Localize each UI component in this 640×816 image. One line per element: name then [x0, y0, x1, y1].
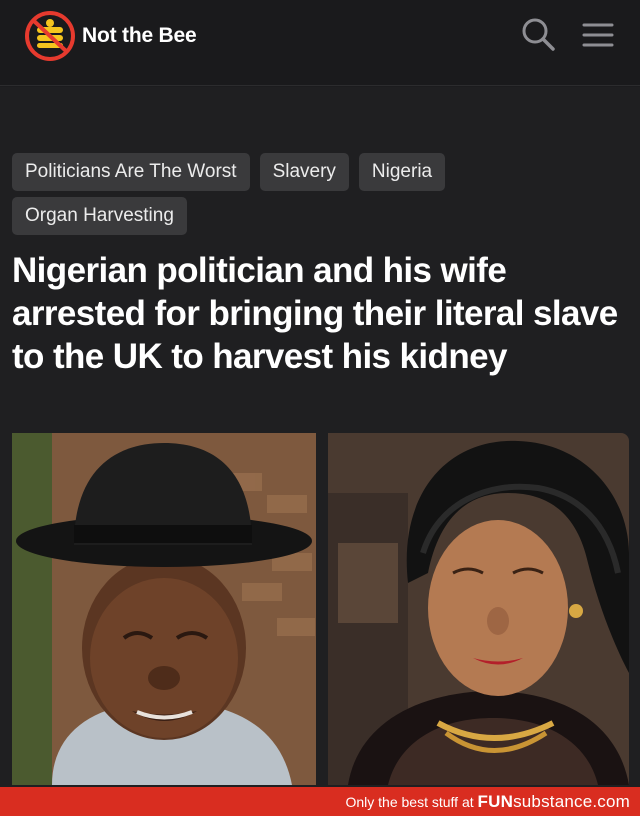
watermark-brand-bold: FUN	[477, 792, 514, 811]
search-icon	[522, 18, 555, 51]
crossed-bee-logo-icon	[25, 11, 75, 61]
home-logo-link[interactable]: Not the Bee	[24, 10, 197, 62]
source-watermark-bar: Only the best stuff at FUNsubstance.com	[0, 787, 640, 816]
tag-politicians-are-the-worst[interactable]: Politicians Are The Worst	[12, 153, 250, 191]
search-button[interactable]	[518, 14, 558, 54]
tag-organ-harvesting[interactable]: Organ Harvesting	[12, 197, 187, 235]
tag-slavery[interactable]: Slavery	[259, 153, 349, 191]
article-container: Politicians Are The Worst Slavery Nigeria O…	[0, 87, 640, 787]
photo-man-in-hat	[12, 433, 316, 785]
hamburger-menu-icon	[582, 23, 614, 47]
menu-button[interactable]	[578, 16, 618, 56]
watermark-brand-rest: substance.com	[513, 792, 630, 811]
watermark-text: Only the best stuff at FUNsubstance.com	[345, 792, 630, 812]
tag-list: Politicians Are The Worst Slavery Nigeria O…	[12, 153, 622, 241]
watermark-tagline: Only the best stuff at	[345, 794, 478, 810]
article-hero-image[interactable]	[12, 433, 629, 785]
article-headline: Nigerian politician and his wife arreste…	[12, 251, 618, 376]
photo-woman-in-head-wrap	[328, 433, 629, 785]
brand-name: Not the Bee	[82, 24, 197, 47]
tag-nigeria[interactable]: Nigeria	[358, 153, 446, 191]
top-navigation-bar: Not the Bee	[0, 0, 640, 86]
